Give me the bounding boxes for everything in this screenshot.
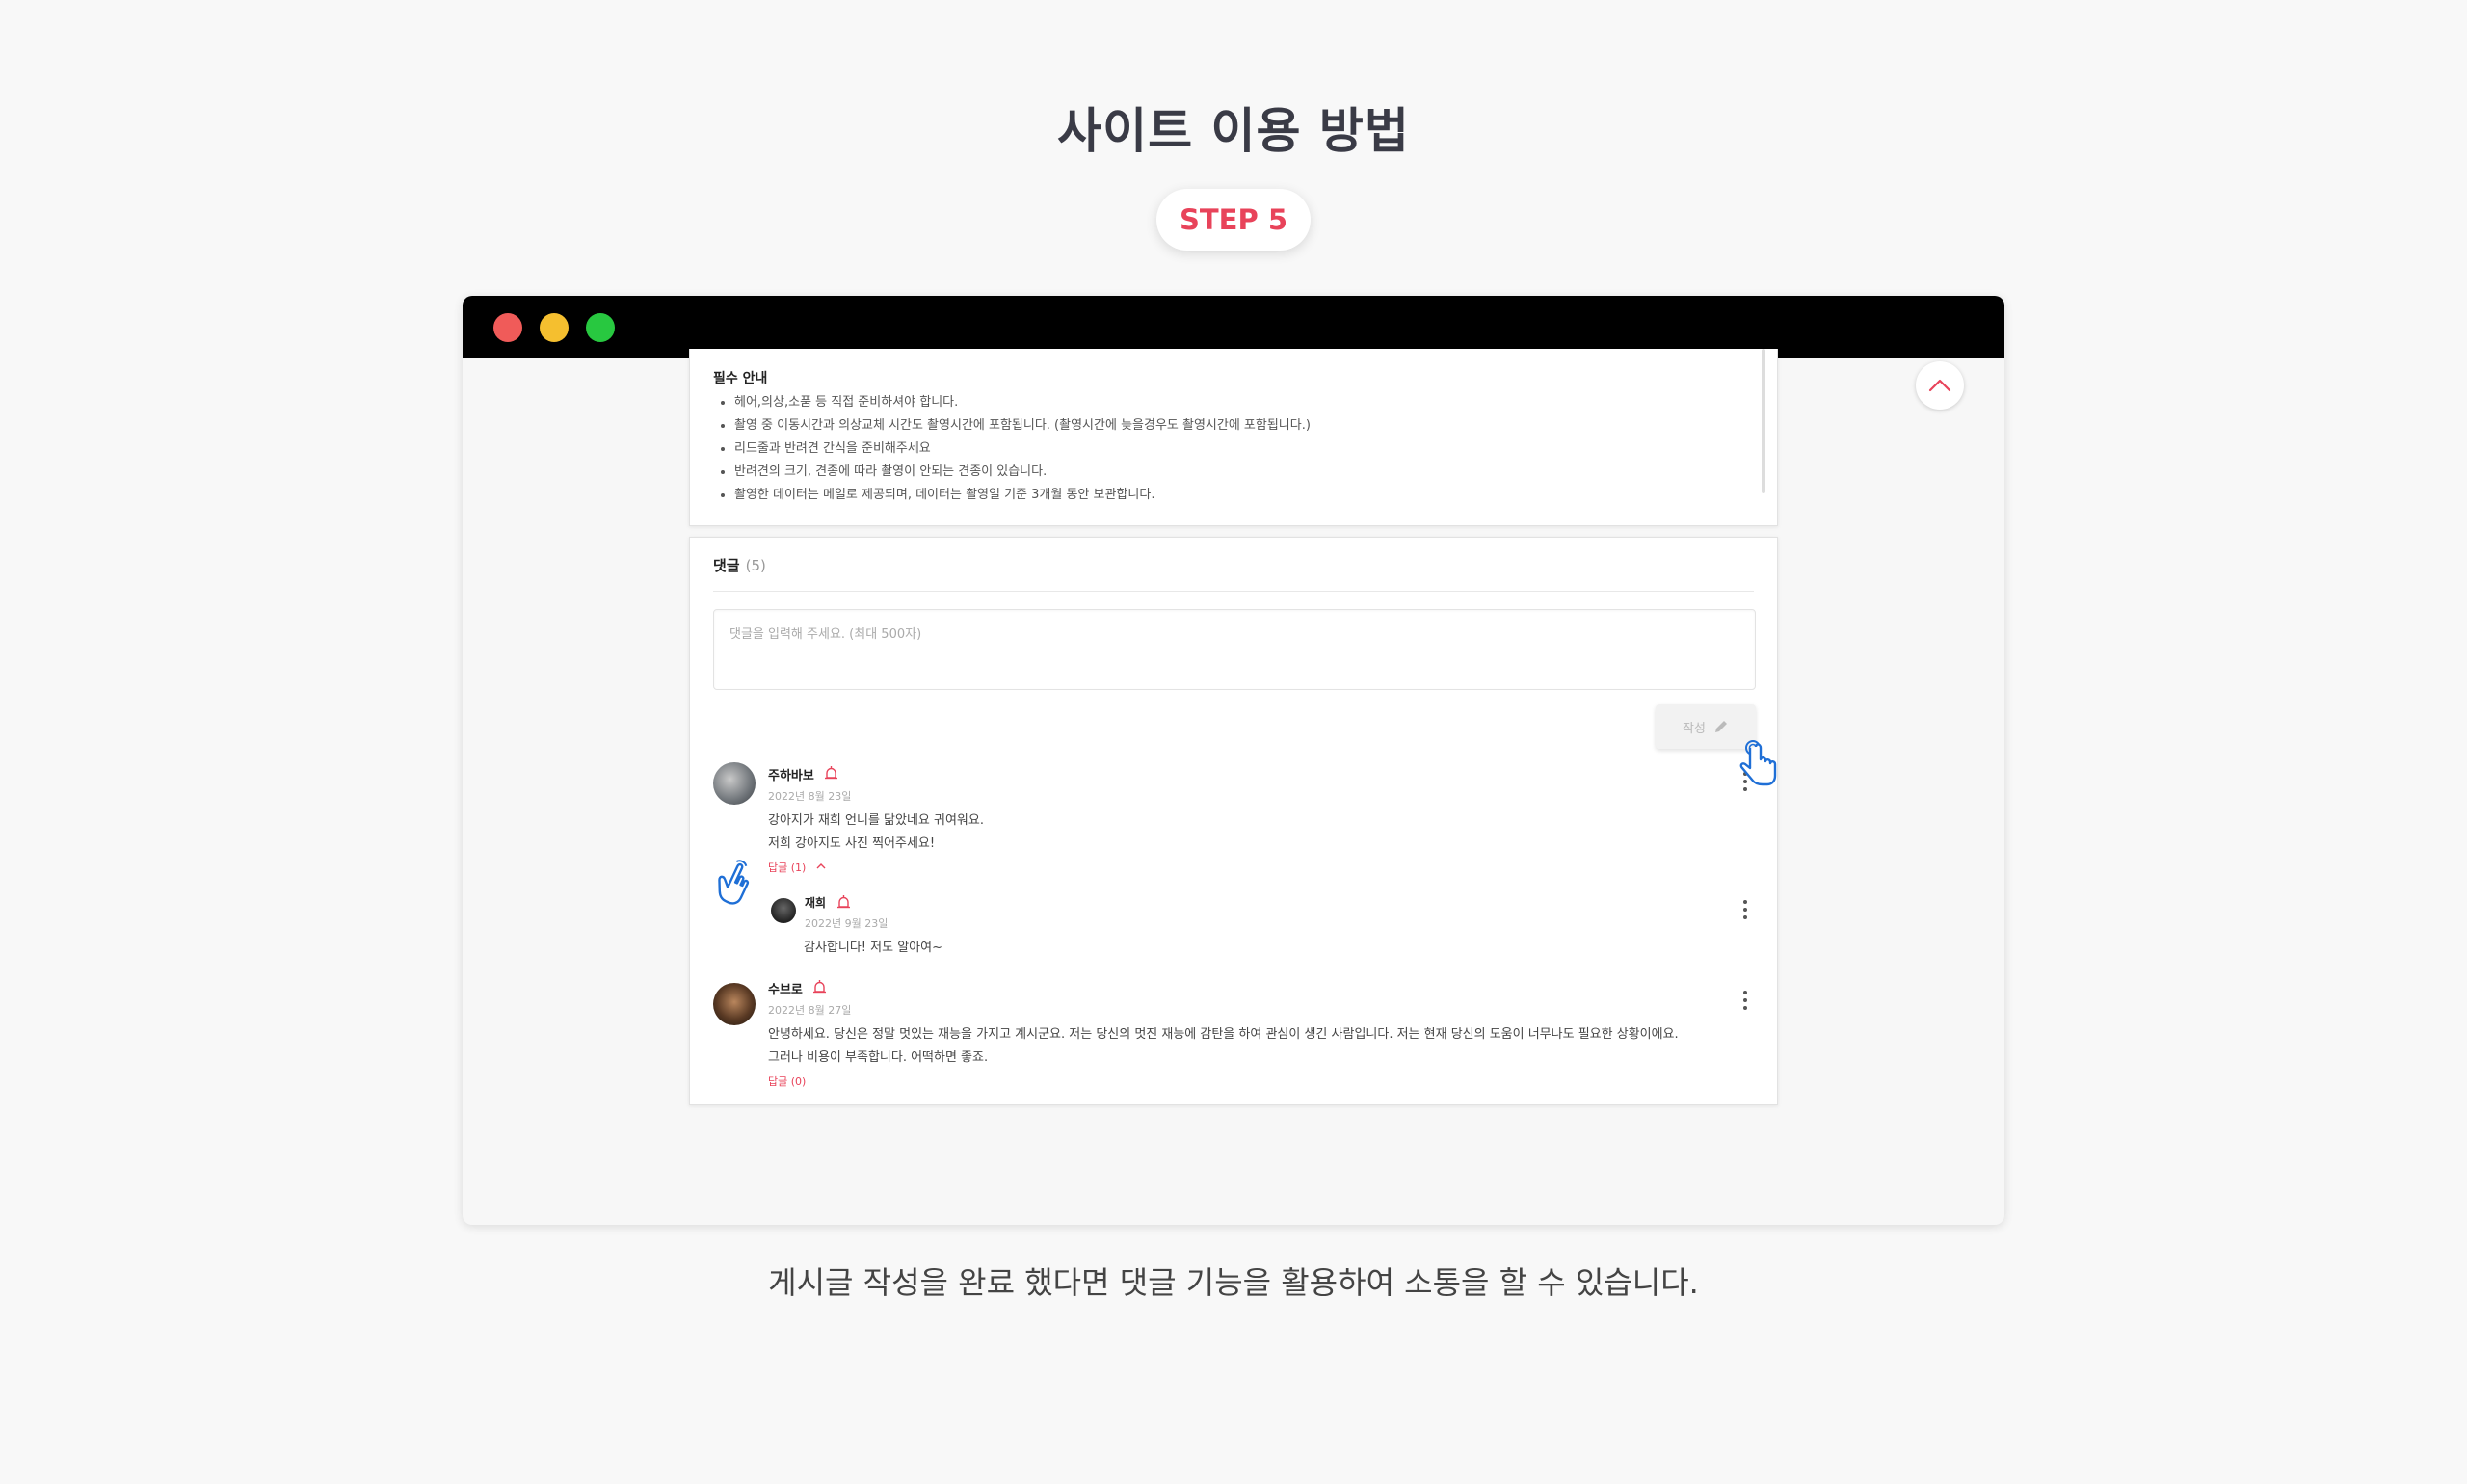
comment-line: 강아지가 재희 언니를 닮았네요 귀여워요. <box>768 813 984 828</box>
comment-card: 댓글 (5) 댓글을 입력해 주세요. (최대 500자) 작성 주하바보 202… <box>689 537 1778 1105</box>
notice-item: 촬영한 데이터는 메일로 제공되며, 데이터는 촬영일 기준 3개월 동안 보관… <box>713 484 1311 507</box>
maximize-window-dot[interactable] <box>586 313 615 342</box>
comment-divider <box>713 591 1754 592</box>
comment-date: 2022년 8월 27일 <box>768 1004 852 1017</box>
minimize-window-dot[interactable] <box>540 313 569 342</box>
reply-count-label: 답글 (0) <box>768 1075 807 1088</box>
step-badge: STEP 5 <box>1156 189 1311 251</box>
comment-line: 그러나 비용이 부족합니다. 어떡하면 좋죠. <box>768 1050 989 1065</box>
alarm-icon[interactable] <box>824 765 838 781</box>
comment-line: 안녕하세요. 당신은 정말 멋있는 재능을 가지고 계시군요. 저는 당신의 멋… <box>768 1027 1679 1042</box>
avatar[interactable] <box>771 898 796 923</box>
comment-text: 안녕하세요. 당신은 정말 멋있는 재능을 가지고 계시군요. 저는 당신의 멋… <box>768 1023 1751 1070</box>
close-window-dot[interactable] <box>493 313 522 342</box>
step-label: STEP 5 <box>1179 203 1287 236</box>
reply-count-label: 답글 (1) <box>768 861 807 874</box>
chevron-up-icon <box>816 863 826 869</box>
alarm-icon[interactable] <box>812 979 827 994</box>
pointing-hand-icon <box>1739 740 1777 786</box>
comment-line: 저희 강아지도 사진 찍어주세요! <box>768 836 936 851</box>
more-options-button[interactable] <box>1743 900 1747 921</box>
comment-text: 강아지가 재희 언니를 닮았네요 귀여워요. 저희 강아지도 사진 찍어주세요! <box>768 809 984 856</box>
bottom-caption: 게시글 작성을 완료 했다면 댓글 기능을 활용하여 소통을 할 수 있습니다. <box>768 1264 1699 1301</box>
comment-header-label: 댓글 <box>713 557 740 574</box>
comment-input[interactable]: 댓글을 입력해 주세요. (최대 500자) <box>713 609 1756 690</box>
pencil-icon <box>1714 721 1727 732</box>
comment-line: 감사합니다! 저도 알아여~ <box>804 941 942 955</box>
comment-text: 감사합니다! 저도 알아여~ <box>804 937 942 960</box>
alarm-icon[interactable] <box>836 894 851 910</box>
comment-input-placeholder: 댓글을 입력해 주세요. (최대 500자) <box>729 627 922 642</box>
comment-date: 2022년 8월 23일 <box>768 790 852 803</box>
comment-header: 댓글 (5) <box>713 555 766 575</box>
page-title: 사이트 이용 방법 <box>1057 103 1410 159</box>
pointing-hand-icon <box>718 860 750 905</box>
comment-author[interactable]: 수브로 <box>768 979 803 997</box>
comment-date: 2022년 9월 23일 <box>805 917 889 930</box>
notice-list: 헤어,의상,소품 등 직접 준비하셔야 합니다. 촬영 중 이동시간과 의상교체… <box>713 391 1311 507</box>
notice-item: 헤어,의상,소품 등 직접 준비하셔야 합니다. <box>713 391 1311 414</box>
comment-count: (5) <box>745 557 766 574</box>
notice-item: 반려견의 크기, 견종에 따라 촬영이 안되는 견종이 있습니다. <box>713 461 1311 484</box>
browser-window: 필수 안내 헤어,의상,소품 등 직접 준비하셔야 합니다. 촬영 중 이동시간… <box>463 296 2004 1225</box>
reply-toggle[interactable]: 답글 (1) <box>768 860 827 875</box>
notice-item: 촬영 중 이동시간과 의상교체 시간도 촬영시간에 포함됩니다. (촬영시간에 … <box>713 414 1311 437</box>
more-options-button[interactable] <box>1743 991 1747 1012</box>
notice-scrollbar[interactable] <box>1762 349 1765 493</box>
avatar[interactable] <box>713 983 756 1025</box>
reply-toggle[interactable]: 답글 (0) <box>768 1073 806 1089</box>
notice-title: 필수 안내 <box>713 371 768 386</box>
write-button-label: 작성 <box>1683 721 1706 736</box>
chevron-up-icon <box>1928 379 1951 392</box>
notice-card: 필수 안내 헤어,의상,소품 등 직접 준비하셔야 합니다. 촬영 중 이동시간… <box>689 349 1778 526</box>
scroll-top-button[interactable] <box>1916 361 1964 410</box>
notice-item: 리드줄과 반려견 간식을 준비해주세요 <box>713 437 1311 461</box>
avatar[interactable] <box>713 762 756 805</box>
comment-author[interactable]: 재희 <box>805 894 826 911</box>
comment-author[interactable]: 주하바보 <box>768 765 814 783</box>
